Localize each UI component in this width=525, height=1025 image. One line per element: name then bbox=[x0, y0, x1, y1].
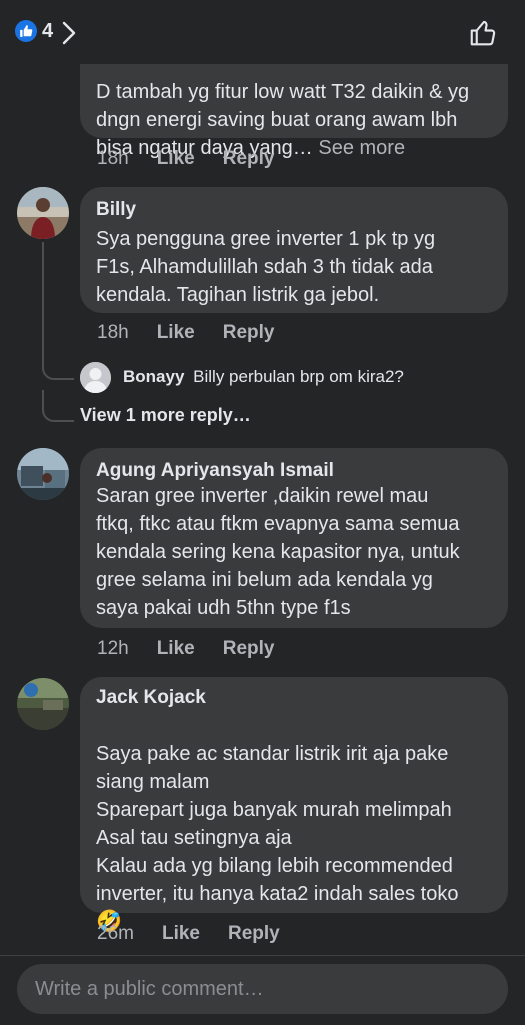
like-reaction-icon[interactable] bbox=[15, 20, 37, 42]
comment-bubble: Jack Kojack Saya pake ac standar listrik… bbox=[80, 677, 508, 933]
avatar[interactable] bbox=[17, 448, 69, 500]
commenter-name[interactable]: Agung Apriyansyah Ismail bbox=[96, 460, 334, 482]
reply-text: Billy perbulan brp om kira2? bbox=[193, 367, 404, 386]
reply-preview[interactable]: Bonayy Billy perbulan brp om kira2? bbox=[123, 367, 404, 387]
reply-author[interactable]: Bonayy bbox=[123, 367, 184, 386]
like-link[interactable]: Like bbox=[157, 638, 195, 660]
comment-actions: 18h Like Reply bbox=[97, 148, 274, 170]
comment-actions: 18h Like Reply bbox=[97, 322, 274, 344]
reply-avatar[interactable] bbox=[80, 362, 111, 393]
comment-text: Sya pengguna gree inverter 1 pk tp yg F1… bbox=[96, 228, 436, 306]
comment-time: 18h bbox=[97, 322, 129, 343]
comment-actions: 12h Like Reply bbox=[97, 638, 274, 660]
comment-text: Saran gree inverter ,daikin rewel mau ft… bbox=[96, 485, 460, 619]
comment-actions: 26m Like Reply bbox=[97, 923, 280, 945]
avatar[interactable] bbox=[17, 678, 69, 730]
commenter-name[interactable]: Billy bbox=[96, 199, 136, 221]
comment-bubble: Agung Apriyansyah Ismail Saran gree inve… bbox=[80, 448, 508, 628]
avatar[interactable] bbox=[17, 187, 69, 239]
like-thumb-icon[interactable] bbox=[468, 18, 498, 53]
comment-text: D tambah yg fitur low watt T32 daikin & … bbox=[96, 81, 470, 159]
comment-time: 18h bbox=[97, 148, 129, 169]
commenter-name[interactable]: Jack Kojack bbox=[96, 687, 206, 709]
reply-link[interactable]: Reply bbox=[223, 322, 275, 344]
like-link[interactable]: Like bbox=[162, 923, 200, 945]
reply-link[interactable]: Reply bbox=[223, 148, 275, 170]
reactions-header: 4 bbox=[0, 0, 525, 64]
reply-link[interactable]: Reply bbox=[228, 923, 280, 945]
like-link[interactable]: Like bbox=[157, 322, 195, 344]
reply-link[interactable]: Reply bbox=[223, 638, 275, 660]
comment-time: 12h bbox=[97, 638, 129, 659]
see-more-link[interactable]: See more bbox=[318, 137, 405, 159]
chevron-right-icon[interactable] bbox=[62, 21, 76, 50]
comment-bubble: Billy Sya pengguna gree inverter 1 pk tp… bbox=[80, 187, 508, 313]
reaction-count[interactable]: 4 bbox=[42, 20, 53, 43]
thread-connector bbox=[42, 390, 74, 422]
like-link[interactable]: Like bbox=[157, 148, 195, 170]
thread-line bbox=[42, 242, 44, 362]
comment-time: 26m bbox=[97, 923, 134, 944]
view-more-replies-link[interactable]: View 1 more reply… bbox=[80, 405, 251, 426]
comment-input[interactable] bbox=[17, 964, 508, 1014]
thread-connector bbox=[42, 345, 74, 380]
